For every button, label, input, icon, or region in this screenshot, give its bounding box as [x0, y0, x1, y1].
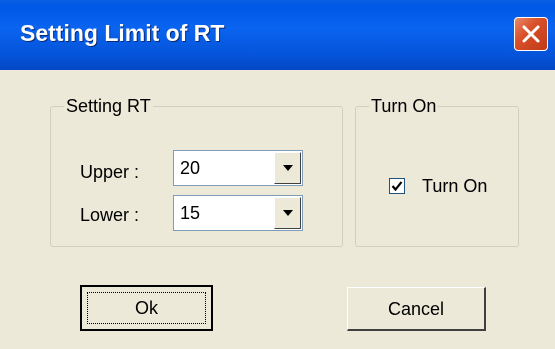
setting-rt-legend: Setting RT — [64, 94, 153, 118]
checkmark-icon — [391, 181, 403, 192]
dialog-window: Setting Limit of RT Setting RT Upper : 2… — [0, 0, 555, 349]
lower-dropdown-button[interactable] — [274, 197, 301, 229]
upper-dropdown-button[interactable] — [274, 152, 301, 184]
upper-value: 20 — [180, 158, 201, 178]
upper-label: Upper : — [80, 162, 140, 182]
close-button[interactable] — [514, 17, 548, 51]
ok-button-label: Ok — [134, 298, 158, 318]
lower-combobox[interactable]: 15 — [173, 195, 303, 231]
turn-on-checkbox[interactable] — [389, 178, 405, 194]
turn-on-legend: Turn On — [369, 94, 439, 118]
chevron-down-icon — [283, 210, 293, 216]
title-bar[interactable]: Setting Limit of RT — [0, 0, 555, 70]
cancel-button-label: Cancel — [387, 298, 445, 319]
close-icon — [522, 25, 540, 43]
ok-button[interactable]: Ok — [80, 285, 213, 331]
chevron-down-icon — [283, 165, 293, 171]
turn-on-checkbox-label[interactable]: Turn On — [422, 175, 487, 197]
lower-label: Lower : — [80, 205, 140, 225]
window-title: Setting Limit of RT — [20, 20, 225, 46]
lower-value: 15 — [180, 203, 201, 223]
upper-combobox[interactable]: 20 — [173, 150, 303, 186]
cancel-button[interactable]: Cancel — [347, 287, 486, 331]
